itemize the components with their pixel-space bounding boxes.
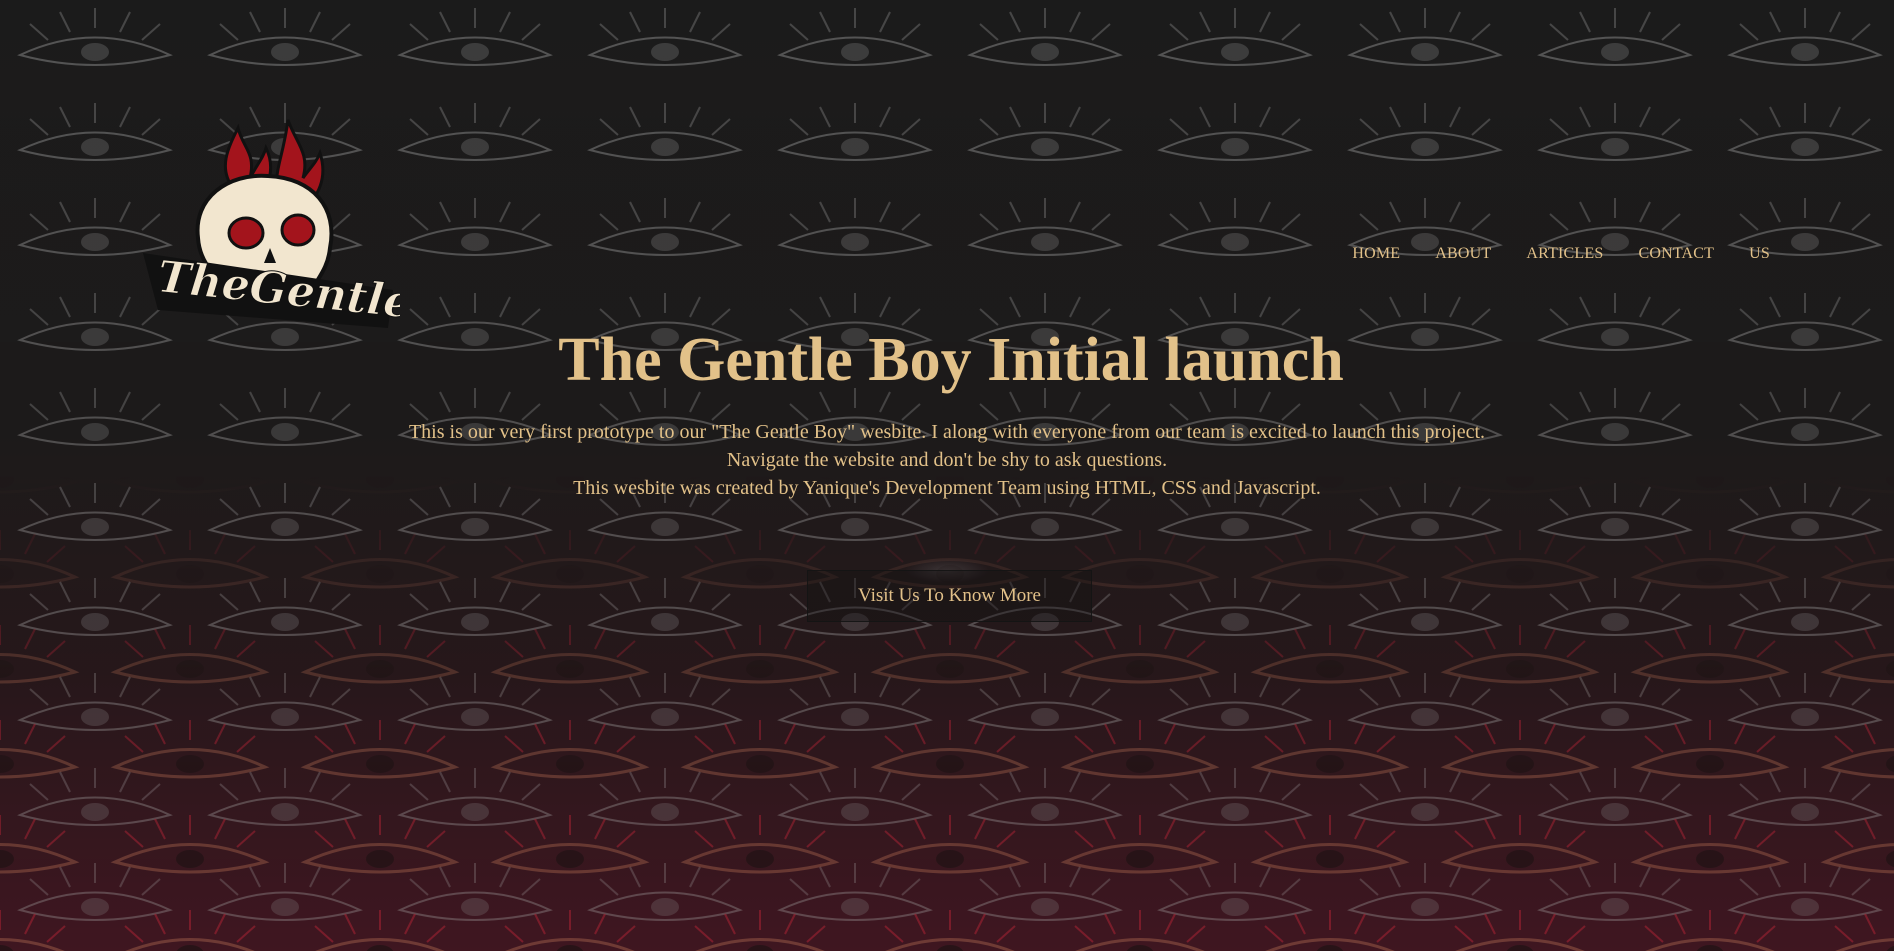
hero-section: The Gentle Boy Initial launch This is ou… xyxy=(0,322,1894,502)
hero-title: The Gentle Boy Initial launch xyxy=(558,326,1344,394)
hero-line-3: This wesbite was created by Yanique's De… xyxy=(573,477,1321,499)
nav-about[interactable]: ABOUT xyxy=(1435,245,1491,263)
nav-contact[interactable]: CONTACT xyxy=(1638,245,1714,263)
hero-line-1: This is our very first prototype to our … xyxy=(408,421,1486,443)
hero-description: This is our very first prototype to our … xyxy=(0,418,1894,502)
logo-text: TheGentleBoy xyxy=(155,251,400,333)
nav-home[interactable]: HOME xyxy=(1352,245,1400,263)
nav-articles[interactable]: ARTICLES xyxy=(1526,245,1603,263)
hero-line-2: Navigate the website and don't be shy to… xyxy=(726,449,1168,471)
landing-page: TheGentleBoy HOME ABOUT ARTICLES CONTACT… xyxy=(0,0,1894,951)
nav-us[interactable]: US xyxy=(1749,245,1770,263)
visit-us-button[interactable]: Visit Us To Know More xyxy=(807,570,1092,622)
main-nav: HOME ABOUT ARTICLES CONTACT US xyxy=(1352,245,1770,263)
gentle-boy-skull-logo[interactable]: TheGentleBoy xyxy=(138,118,400,333)
